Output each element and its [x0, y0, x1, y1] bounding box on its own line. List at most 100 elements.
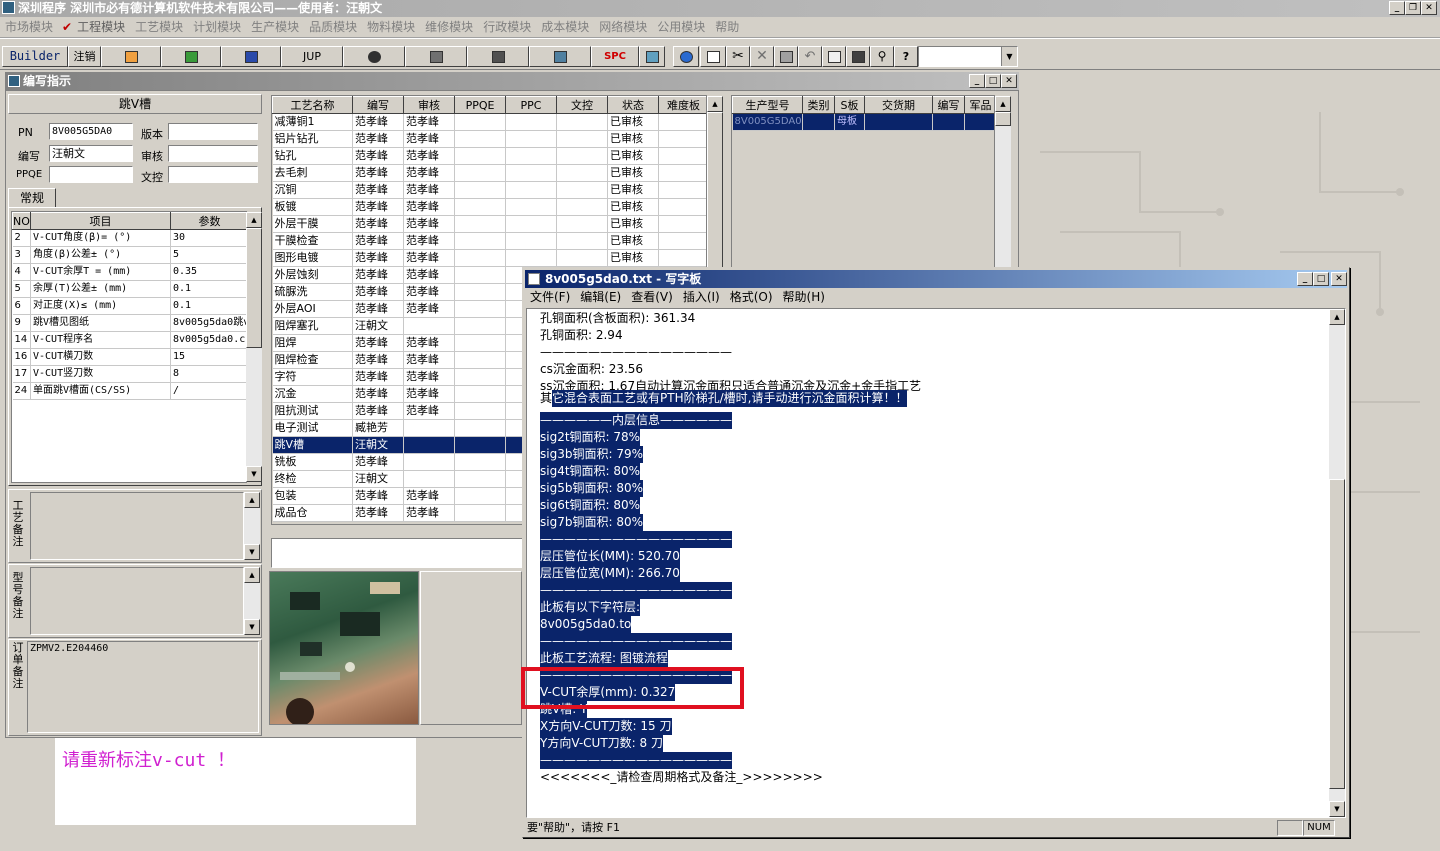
document-line[interactable]: 此板工艺流程: 图镀流程 — [540, 645, 1330, 667]
process-cell[interactable] — [556, 232, 608, 250]
process-cell[interactable]: 电子测试 — [272, 419, 353, 437]
process-cell[interactable]: 范孝峰 — [352, 368, 404, 386]
process-cell[interactable] — [454, 147, 506, 165]
chevron-down-icon[interactable]: ▼ — [1001, 47, 1017, 66]
pn-field[interactable]: 8V005G5DA0 — [49, 123, 133, 140]
process-cell[interactable]: 范孝峰 — [352, 164, 404, 182]
process-row[interactable]: 铝片钻孔 范孝峰 范孝峰 已审核 — [272, 130, 706, 148]
param-cell-no[interactable]: 17 — [12, 365, 31, 383]
process-cell[interactable]: 范孝峰 — [403, 402, 455, 420]
process-cell[interactable] — [403, 470, 455, 488]
process-cell[interactable]: 已审核 — [607, 232, 659, 250]
wordpad-maximize-button[interactable]: □ — [1313, 272, 1329, 286]
model-header-5[interactable]: 军品 — [964, 96, 994, 114]
process-cell[interactable] — [505, 164, 557, 182]
process-cell[interactable] — [505, 113, 557, 131]
process-cell[interactable]: 范孝峰 — [352, 487, 404, 505]
process-cell[interactable]: 范孝峰 — [352, 283, 404, 301]
process-cell[interactable] — [454, 419, 506, 437]
param-cell-value[interactable]: 15 — [170, 348, 246, 366]
process-cell[interactable] — [505, 232, 557, 250]
process-cell[interactable] — [505, 198, 557, 216]
scroll-thumb[interactable] — [995, 112, 1011, 126]
param-cell-item[interactable]: 余厚(T)公差± (mm) — [30, 280, 171, 298]
process-cell[interactable]: 范孝峰 — [403, 351, 455, 369]
ppqe-field[interactable] — [49, 166, 133, 183]
process-cell[interactable]: 范孝峰 — [352, 266, 404, 284]
param-row[interactable]: 16 V-CUT横刀数 15 — [12, 348, 246, 366]
wenkong-field[interactable] — [168, 166, 258, 183]
restore-button[interactable]: ❐ — [1405, 1, 1421, 15]
process-cell[interactable]: 已审核 — [607, 164, 659, 182]
menu-production[interactable]: 生产模块 — [246, 17, 304, 38]
process-cell[interactable] — [454, 368, 506, 386]
param-cell-no[interactable]: 9 — [12, 314, 31, 332]
mdi-maximize-button[interactable]: □ — [985, 74, 1001, 88]
document-line[interactable]: ———————————————— — [540, 577, 1330, 599]
archive-button[interactable] — [405, 46, 467, 67]
process-cell[interactable] — [658, 147, 706, 165]
document-line[interactable]: 8v005g5da0.to — [540, 611, 1330, 633]
param-cell-no[interactable]: 6 — [12, 297, 31, 315]
process-cell[interactable] — [505, 181, 557, 199]
process-cell[interactable]: 外层干膜 — [272, 215, 353, 233]
document-line[interactable]: <<<<<<<_请检查周期格式及备注_>>>>>>>> — [540, 764, 1330, 784]
process-row[interactable]: 去毛刺 范孝峰 范孝峰 已审核 — [272, 164, 706, 182]
menu-engineering[interactable]: 工程模块 — [72, 17, 130, 38]
process-cell[interactable]: 范孝峰 — [352, 504, 404, 522]
param-header-value[interactable]: 参数 — [170, 212, 246, 230]
param-header-item[interactable]: 项目 — [30, 212, 171, 230]
process-cell[interactable]: 范孝峰 — [403, 283, 455, 301]
process-cell[interactable] — [454, 249, 506, 267]
param-cell-value[interactable]: 30 — [170, 229, 246, 247]
process-row[interactable]: 外层干膜 范孝峰 范孝峰 已审核 — [272, 215, 706, 233]
param-cell-value[interactable]: / — [170, 382, 246, 400]
scroll-thumb[interactable] — [1329, 479, 1345, 789]
param-cell-no[interactable]: 5 — [12, 280, 31, 298]
process-row[interactable]: 减薄铜1 范孝峰 范孝峰 已审核 — [272, 113, 706, 131]
process-cell[interactable]: 阻抗测试 — [272, 402, 353, 420]
param-row[interactable]: 6 对正度(X)≤ (mm) 0.1 — [12, 297, 246, 315]
process-cell[interactable]: 外层AOI — [272, 300, 353, 318]
eye-button[interactable] — [343, 46, 405, 67]
process-cell[interactable] — [556, 181, 608, 199]
process-row[interactable]: 沉铜 范孝峰 范孝峰 已审核 — [272, 181, 706, 199]
process-note-input[interactable] — [271, 538, 523, 568]
process-cell[interactable] — [454, 504, 506, 522]
menu-cost[interactable]: 成本模块 — [536, 17, 594, 38]
process-cell[interactable]: 阻焊检查 — [272, 351, 353, 369]
menu-quality[interactable]: 品质模块 — [304, 17, 362, 38]
menu-admin[interactable]: 行政模块 — [478, 17, 536, 38]
model-header-0[interactable]: 生产型号 — [732, 96, 803, 114]
param-cell-item[interactable]: 单面跳V槽面(CS/SS) — [30, 382, 171, 400]
process-header-3[interactable]: PPQE — [454, 96, 506, 114]
wp-menu-view[interactable]: 查看(V) — [626, 289, 678, 306]
process-cell[interactable]: 汪朝文 — [352, 470, 404, 488]
menu-maintenance[interactable]: 维修模块 — [420, 17, 478, 38]
model-cell[interactable] — [932, 113, 965, 131]
process-cell[interactable] — [454, 300, 506, 318]
process-cell[interactable] — [454, 198, 506, 216]
process-cell[interactable]: 范孝峰 — [403, 113, 455, 131]
toolbar-combo[interactable]: ▼ — [918, 46, 1018, 67]
wp-menu-help[interactable]: 帮助(H) — [778, 289, 830, 306]
document-line[interactable]: sig7b铜面积: 80% — [540, 509, 1330, 531]
browser-button[interactable] — [673, 46, 699, 67]
param-cell-no[interactable]: 2 — [12, 229, 31, 247]
param-cell-item[interactable]: V-CUT竖刀数 — [30, 365, 171, 383]
param-cell-value[interactable]: 0.35 — [170, 263, 246, 281]
process-cell[interactable]: 范孝峰 — [403, 266, 455, 284]
process-cell[interactable] — [658, 181, 706, 199]
delete-button[interactable]: ✕ — [750, 46, 774, 67]
document-line[interactable]: 层压管位长(MM): 520.70 — [540, 543, 1330, 565]
document-line[interactable]: ———————————————— — [540, 628, 1330, 650]
process-cell[interactable] — [454, 385, 506, 403]
process-cell[interactable]: 范孝峰 — [352, 181, 404, 199]
save-button[interactable] — [774, 46, 798, 67]
process-row[interactable]: 钻孔 范孝峰 范孝峰 已审核 — [272, 147, 706, 165]
process-cell[interactable]: 范孝峰 — [403, 487, 455, 505]
process-cell[interactable] — [658, 130, 706, 148]
process-cell[interactable]: 干膜检查 — [272, 232, 353, 250]
process-cell[interactable]: 汪朝文 — [352, 436, 404, 454]
model-note-text[interactable] — [30, 567, 244, 635]
